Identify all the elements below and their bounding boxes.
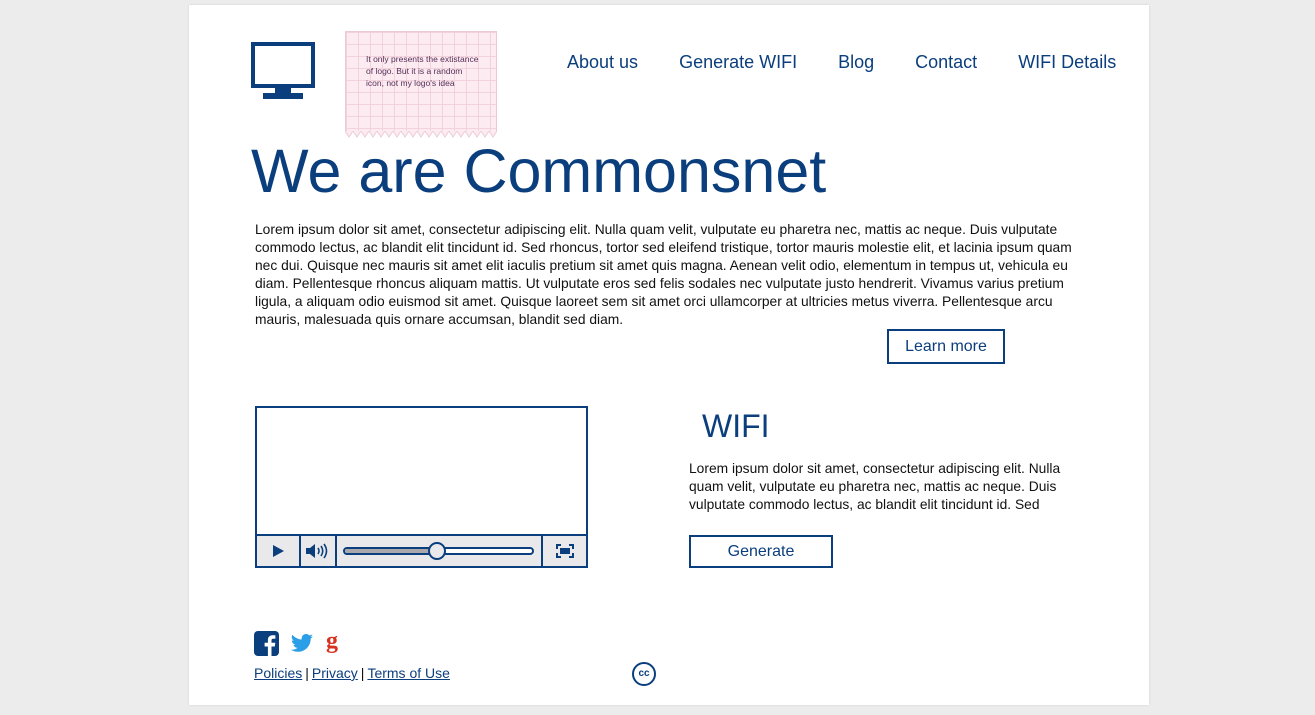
- generate-button[interactable]: Generate: [689, 535, 833, 568]
- page-container: It only presents the extistance of logo.…: [189, 5, 1149, 705]
- learn-more-button[interactable]: Learn more: [887, 329, 1005, 364]
- progress-fill: [345, 549, 437, 553]
- footer-separator: |: [305, 665, 309, 681]
- twitter-icon[interactable]: [290, 633, 314, 653]
- wifi-title: WIFI: [702, 408, 770, 444]
- nav-about-us[interactable]: About us: [567, 52, 638, 73]
- facebook-icon[interactable]: [254, 630, 279, 656]
- svg-text:g: g: [326, 629, 338, 654]
- main-nav: About us Generate WIFI Blog Contact WIFI…: [567, 52, 1116, 73]
- nav-wifi-details[interactable]: WIFI Details: [1018, 52, 1116, 73]
- progress-track[interactable]: [337, 536, 543, 566]
- progress-handle[interactable]: [427, 542, 446, 560]
- creative-commons-icon: cc: [632, 662, 656, 686]
- footer-link-terms[interactable]: Terms of Use: [367, 665, 449, 681]
- footer-links: Policies | Privacy | Terms of Use: [254, 665, 450, 681]
- volume-icon: [306, 543, 328, 559]
- nav-blog[interactable]: Blog: [838, 52, 874, 73]
- social-links: g: [254, 629, 352, 657]
- nav-contact[interactable]: Contact: [915, 52, 977, 73]
- fullscreen-icon: [555, 544, 574, 558]
- google-plus-icon[interactable]: g: [325, 629, 341, 657]
- sticky-note: It only presents the extistance of logo.…: [345, 31, 497, 138]
- play-button[interactable]: [257, 536, 301, 566]
- footer-link-privacy[interactable]: Privacy: [312, 665, 358, 681]
- nav-generate-wifi[interactable]: Generate WIFI: [679, 52, 797, 73]
- play-icon: [273, 545, 284, 557]
- footer-link-policies[interactable]: Policies: [254, 665, 302, 681]
- sticky-note-text: It only presents the extistance of logo.…: [366, 54, 479, 88]
- hero-title: We are Commonsnet: [251, 137, 827, 205]
- video-player: [255, 406, 588, 568]
- volume-button[interactable]: [301, 536, 337, 566]
- video-controls: [257, 534, 586, 566]
- hero-text: Lorem ipsum dolor sit amet, consectetur …: [255, 222, 1072, 327]
- video-screen[interactable]: [257, 408, 586, 534]
- wifi-text: Lorem ipsum dolor sit amet, consectetur …: [689, 461, 1061, 512]
- monitor-icon[interactable]: [251, 42, 315, 100]
- footer-separator: |: [360, 665, 365, 681]
- fullscreen-button[interactable]: [543, 536, 586, 566]
